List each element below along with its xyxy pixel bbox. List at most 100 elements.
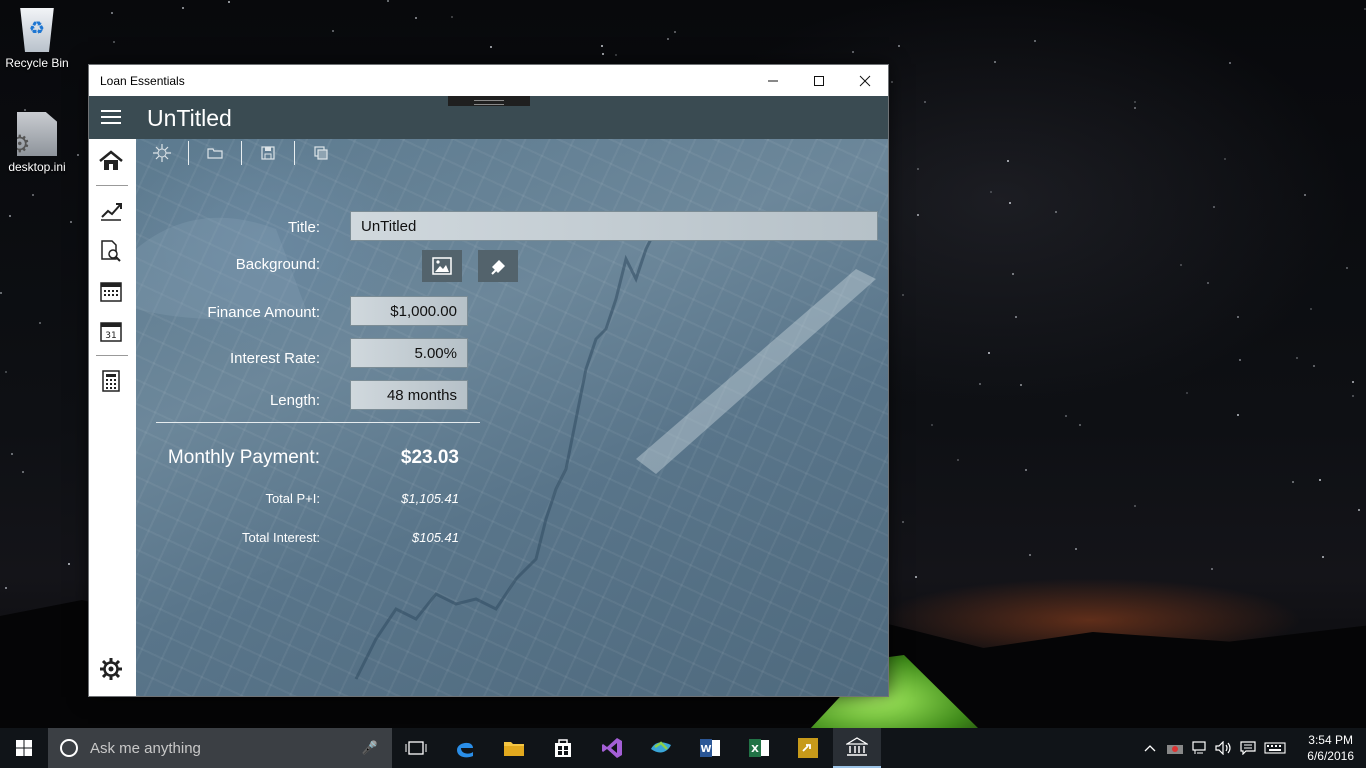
star — [9, 215, 11, 217]
taskbar-app-loan-essentials[interactable] — [833, 728, 881, 768]
save-button[interactable] — [242, 139, 294, 167]
new-button[interactable] — [136, 139, 188, 167]
background-image-button[interactable] — [422, 250, 462, 282]
action-center-button[interactable] — [1237, 728, 1259, 768]
star — [111, 12, 113, 14]
title-field[interactable]: UnTitled — [350, 211, 878, 241]
taskbar-app-map-tool[interactable] — [637, 728, 685, 768]
sidebar-divider — [96, 185, 128, 186]
image-icon — [432, 257, 452, 275]
search-placeholder: Ask me anything — [90, 739, 201, 757]
taskbar-app-excel[interactable]: X — [735, 728, 783, 768]
star — [1319, 479, 1321, 481]
finance-amount-field[interactable]: $1,000.00 — [350, 296, 468, 326]
paint-bucket-icon — [491, 260, 505, 275]
star — [39, 322, 41, 324]
clock-time: 3:54 PM — [1308, 733, 1353, 747]
edge-icon — [457, 742, 473, 758]
star — [601, 45, 603, 47]
star — [957, 459, 959, 461]
taskbar-app-store[interactable] — [539, 728, 587, 768]
map-icon — [651, 741, 671, 753]
star — [931, 424, 933, 426]
notification-icon — [1240, 741, 1256, 755]
tray-app-icon[interactable] — [1164, 728, 1186, 768]
star — [387, 0, 389, 2]
star — [1296, 357, 1298, 359]
star — [1007, 160, 1009, 162]
desktop-icon-desktop-ini[interactable]: desktop.ini — [0, 112, 74, 174]
microphone-icon[interactable]: 🎤 — [362, 740, 378, 756]
total-pi-label: Total P+I: — [265, 491, 320, 506]
star — [1358, 509, 1360, 511]
sidebar-nav: 31 — [89, 139, 136, 696]
calculator-icon — [102, 370, 120, 392]
minimize-icon — [768, 80, 778, 81]
sidebar-item-home[interactable] — [96, 147, 126, 175]
star — [1065, 415, 1067, 417]
star — [11, 453, 13, 455]
background-color-button[interactable] — [478, 250, 518, 282]
star — [1313, 365, 1315, 367]
sidebar-item-calendar[interactable] — [96, 277, 126, 305]
star — [1237, 316, 1239, 318]
star — [1239, 359, 1241, 361]
window-titlebar[interactable]: Loan Essentials — [89, 65, 888, 96]
drag-grip-handle[interactable] — [448, 96, 530, 106]
copy-button[interactable] — [295, 139, 347, 167]
minimize-button[interactable] — [750, 65, 796, 96]
star — [1224, 158, 1226, 160]
finance-amount-label: Finance Amount: — [207, 304, 320, 321]
length-label: Length: — [269, 392, 320, 409]
star — [1304, 194, 1306, 196]
page-title: UnTitled — [147, 105, 232, 131]
sidebar-item-calendar-31[interactable]: 31 — [96, 317, 126, 345]
recycle-bin-icon — [20, 8, 54, 52]
sidebar-item-calculator[interactable] — [96, 367, 126, 395]
bank-icon — [846, 737, 868, 756]
maximize-button[interactable] — [796, 65, 842, 96]
taskbar-app-tool[interactable] — [784, 728, 832, 768]
close-icon — [859, 75, 871, 86]
star — [228, 1, 230, 3]
star — [182, 7, 184, 9]
star — [22, 471, 24, 473]
svg-text:X: X — [751, 744, 759, 755]
cortana-search-box[interactable]: Ask me anything 🎤 — [48, 728, 392, 768]
taskbar-app-word[interactable]: W — [686, 728, 734, 768]
results-divider — [156, 422, 480, 423]
touch-keyboard-button[interactable] — [1262, 728, 1288, 768]
close-button[interactable] — [842, 65, 888, 96]
length-field[interactable]: 48 months — [350, 380, 468, 410]
desktop-icon-recycle-bin[interactable]: Recycle Bin — [0, 8, 74, 70]
sidebar-item-search-document[interactable] — [96, 237, 126, 265]
taskbar-app-file-explorer[interactable] — [490, 728, 538, 768]
star — [1310, 308, 1312, 310]
star — [1211, 568, 1213, 570]
star — [1079, 424, 1081, 426]
interest-rate-field[interactable]: 5.00% — [350, 338, 468, 368]
star — [979, 383, 981, 385]
volume-button[interactable] — [1213, 728, 1235, 768]
star — [68, 563, 70, 565]
settings-button[interactable] — [96, 655, 126, 683]
sidebar-item-chart[interactable] — [96, 197, 126, 225]
keyboard-icon — [1264, 742, 1286, 754]
star — [1015, 316, 1017, 318]
task-view-button[interactable] — [392, 728, 440, 768]
calculator-panel: Title: UnTitled Background: Finance Amou… — [136, 139, 888, 696]
hamburger-menu-icon[interactable] — [101, 110, 121, 124]
star — [1009, 202, 1011, 204]
star — [898, 45, 900, 47]
taskbar-app-edge[interactable] — [441, 728, 489, 768]
show-hidden-icons-button[interactable] — [1140, 728, 1160, 768]
start-button[interactable] — [0, 728, 48, 768]
star — [990, 191, 992, 193]
system-clock[interactable]: 3:54 PM 6/6/2016 — [1307, 732, 1354, 764]
taskbar-app-visual-studio[interactable] — [588, 728, 636, 768]
network-button[interactable] — [1189, 728, 1211, 768]
file-toolbar — [136, 139, 347, 167]
open-button[interactable] — [189, 139, 241, 167]
star — [1055, 211, 1057, 213]
star — [32, 194, 34, 196]
